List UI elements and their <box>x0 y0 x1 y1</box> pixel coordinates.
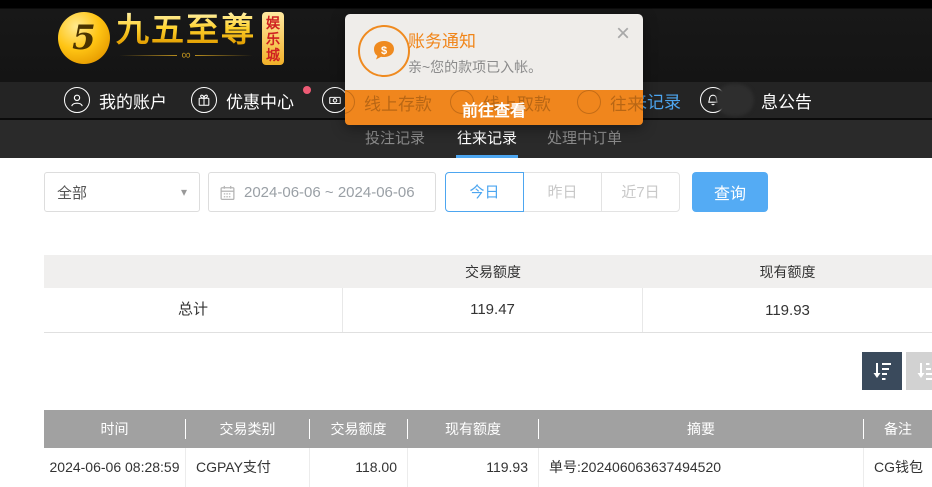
popup-message: 亲~您的款项已入帐。 <box>408 57 542 77</box>
summary-total-label: 总计 <box>44 288 343 332</box>
record-tabbar: 投注记录 往来记录 处理中订单 <box>0 120 932 158</box>
nav-item-my-account[interactable]: 我的账户 <box>64 82 167 118</box>
col-summary: 摘要 <box>539 419 864 439</box>
col-balance: 现有额度 <box>408 419 539 439</box>
type-select-value: 全部 <box>57 182 87 203</box>
account-icon <box>64 87 90 113</box>
table-header-row: 时间 交易类别 交易额度 现有额度 摘要 备注 <box>44 410 932 448</box>
nav-item-promotions[interactable]: 优惠中心 <box>191 82 294 118</box>
nav-redaction-blob <box>716 84 754 116</box>
query-button[interactable]: 查询 <box>692 172 768 212</box>
svg-text:$: $ <box>381 45 387 57</box>
sort-desc-icon <box>871 360 893 382</box>
chevron-down-icon: ▾ <box>181 185 187 199</box>
summary-header-transaction: 交易额度 <box>343 262 643 282</box>
close-icon[interactable]: × <box>616 22 630 46</box>
tab-processing-orders[interactable]: 处理中订单 <box>547 120 622 158</box>
cell-amount: 118.00 <box>310 448 408 487</box>
calendar-icon <box>219 184 236 201</box>
col-amount: 交易额度 <box>310 419 408 439</box>
sort-asc-icon <box>915 360 932 382</box>
popup-title: 账务通知 <box>408 27 476 52</box>
quick-range-group: 今日 昨日 近7日 <box>445 172 680 212</box>
cell-balance: 119.93 <box>408 448 539 487</box>
transaction-records-page: 5 九五至尊 ∞ 娱乐城 $ 119.93RMB <box>0 0 932 487</box>
account-notice-popup: $ 账务通知 亲~您的款项已入帐。 × 线上存款 线上取款 往来记录 前往查看 <box>345 14 643 125</box>
date-range-value: 2024-06-06 ~ 2024-06-06 <box>244 184 415 201</box>
sort-ascending-button[interactable] <box>906 352 932 390</box>
col-time: 时间 <box>44 419 186 439</box>
summary-current-amount: 119.93 <box>643 302 932 319</box>
popup-action-bar[interactable]: 线上存款 线上取款 往来记录 前往查看 <box>345 90 643 125</box>
cell-remark: CG钱包 <box>864 448 932 487</box>
tab-betting-records[interactable]: 投注记录 <box>365 120 425 158</box>
summary-total-row: 总计 119.47 119.93 <box>44 288 932 333</box>
range-7days-button[interactable]: 近7日 <box>601 172 680 212</box>
brand-badge: 娱乐城 <box>262 12 284 65</box>
promotions-notification-dot <box>303 86 311 94</box>
brand-flourish-icon: ∞ <box>116 48 256 62</box>
col-remark: 备注 <box>864 419 932 439</box>
date-range-input[interactable]: 2024-06-06 ~ 2024-06-06 <box>208 172 436 212</box>
cell-type: CGPAY支付 <box>186 448 310 487</box>
notice-bubble-dollar-icon: $ <box>358 25 410 77</box>
gift-icon <box>191 87 217 113</box>
nav-label: 优惠中心 <box>226 88 294 113</box>
brand-logo[interactable]: 5 九五至尊 ∞ 娱乐城 <box>58 12 284 65</box>
table-row: 2024-06-06 08:28:59 CGPAY支付 118.00 119.9… <box>44 448 932 487</box>
nav-label: 我的账户 <box>99 88 167 113</box>
brand-name: 九五至尊 <box>116 12 256 48</box>
summary-table: 交易额度 现有额度 总计 119.47 119.93 <box>44 255 932 333</box>
col-type: 交易类别 <box>186 419 310 439</box>
nav-label: 息公告 <box>761 88 812 113</box>
summary-transaction-amount: 119.47 <box>343 288 643 332</box>
tab-transaction-records[interactable]: 往来记录 <box>457 120 517 158</box>
transactions-table: 时间 交易类别 交易额度 现有额度 摘要 备注 2024-06-06 08:28… <box>44 410 932 487</box>
cell-summary: 单号:202406063637494520 <box>539 448 864 487</box>
summary-header-balance: 现有额度 <box>643 262 932 282</box>
popup-body: $ 账务通知 亲~您的款项已入帐。 × <box>345 14 643 90</box>
sort-descending-button[interactable] <box>862 352 902 390</box>
type-select[interactable]: 全部 ▾ <box>44 172 200 212</box>
popup-action-label: 前往查看 <box>345 97 643 121</box>
range-yesterday-button[interactable]: 昨日 <box>523 172 602 212</box>
range-today-button[interactable]: 今日 <box>445 172 524 212</box>
brand-monogram-icon: 5 <box>58 12 110 64</box>
cell-time: 2024-06-06 08:28:59 <box>44 448 186 487</box>
summary-header-row: 交易额度 现有额度 <box>44 255 932 288</box>
